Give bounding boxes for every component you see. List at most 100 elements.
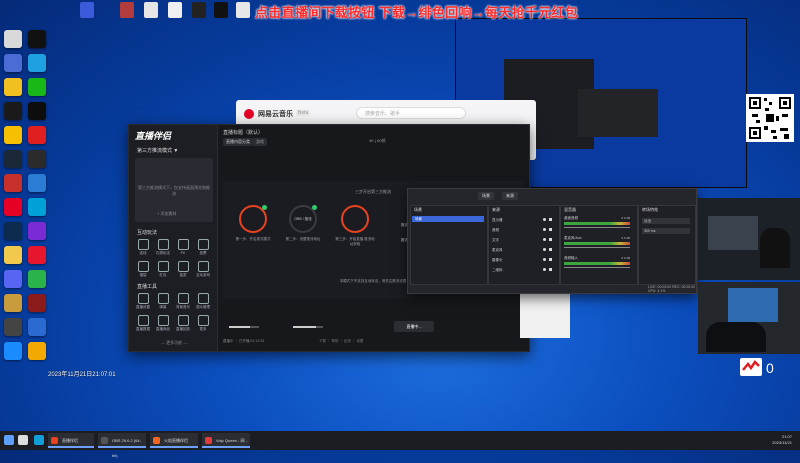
qq-icon[interactable] — [4, 102, 22, 120]
lock-icon[interactable] — [549, 218, 552, 221]
music-search-input[interactable]: 搜索音乐、歌手 — [356, 107, 466, 119]
live-tool[interactable]: 观众管理 — [194, 293, 212, 310]
live-tool[interactable]: 直播回放 — [174, 315, 192, 332]
folder-icon[interactable] — [4, 246, 22, 264]
add-material-button[interactable]: + 添加素材 — [157, 211, 176, 217]
source-item[interactable]: 音频 — [492, 226, 554, 234]
wps-icon[interactable] — [4, 174, 22, 192]
game3-icon[interactable] — [4, 318, 22, 336]
volume-slider[interactable] — [564, 247, 630, 248]
phone-icon[interactable] — [192, 2, 206, 18]
app2-icon[interactable] — [28, 222, 46, 240]
live-tool[interactable]: 弹幕 — [154, 293, 172, 310]
app-icon[interactable] — [80, 2, 94, 18]
live-tool[interactable]: 直播商品 — [154, 315, 172, 332]
start-icon[interactable] — [4, 435, 14, 445]
lock-icon[interactable] — [549, 248, 552, 251]
taskbar-app-voip[interactable]: Voip Queen - 网... — [202, 433, 250, 448]
source-item[interactable]: 文字 — [492, 236, 554, 244]
taskbar-app-huoshan[interactable]: 火焰直播伴侣 — [150, 433, 198, 448]
tiktok-icon[interactable] — [28, 30, 46, 48]
edge-icon[interactable] — [34, 435, 44, 445]
mic-volume-slider[interactable] — [229, 326, 259, 328]
wechat-icon[interactable] — [28, 78, 46, 96]
obs-tab-sources[interactable]: 来源 — [502, 192, 518, 200]
scene-item[interactable]: 场景 — [412, 216, 484, 222]
speaker-volume-slider[interactable] — [293, 326, 323, 328]
lock-icon[interactable] — [549, 228, 552, 231]
tool-label: 背景音乐 — [176, 305, 190, 309]
source-item[interactable]: 二维码 — [492, 266, 554, 274]
start-live-button[interactable]: 直播中... — [394, 321, 434, 332]
stream-mode-select[interactable]: 第三方推流模式 ▼ — [137, 147, 178, 154]
app3-icon[interactable] — [28, 318, 46, 336]
interactive-tool[interactable]: 福袋 — [134, 261, 152, 278]
edge-icon[interactable] — [28, 54, 46, 72]
netease-icon[interactable] — [4, 198, 22, 216]
stream-title[interactable]: 直播标题（默认） — [223, 129, 263, 136]
source-item[interactable]: 摄像头 — [492, 256, 554, 264]
interactive-tool[interactable]: 礼物玩法 — [154, 239, 172, 256]
source-item[interactable]: 麦克风 — [492, 246, 554, 254]
phone-icon[interactable] — [214, 2, 228, 18]
obs-window[interactable]: 场景 来源 场景 场景 来源 显示器 音频 文字 麦克风 摄像头 二维码 混音器 桌面音频… — [407, 188, 697, 294]
system-clock[interactable]: 21:07 2023/11/21 — [772, 434, 792, 446]
channel-db: 0.0 dB — [621, 216, 630, 220]
volume-slider[interactable] — [564, 227, 630, 228]
file-icon[interactable] — [236, 2, 250, 18]
vs-code-icon[interactable] — [28, 174, 46, 192]
game2-icon[interactable] — [28, 294, 46, 312]
taskbar-app-companion[interactable]: 直播伴侣 — [48, 433, 94, 448]
category-value-chip[interactable]: 游戏 — [253, 138, 267, 146]
weibo-icon[interactable] — [28, 246, 46, 264]
live-tool[interactable]: 更多 — [194, 315, 212, 332]
app4-icon[interactable] — [4, 342, 22, 360]
category-chip[interactable]: 直播内容分类 — [223, 138, 253, 146]
more-features-link[interactable]: — 更多功能 — — [161, 340, 187, 346]
steam-icon[interactable] — [4, 150, 22, 168]
photoshop-icon[interactable] — [4, 222, 22, 240]
discord-icon[interactable] — [4, 270, 22, 288]
bilibili-icon[interactable] — [28, 198, 46, 216]
archive-icon[interactable] — [120, 2, 134, 18]
interactive-tool[interactable]: 抽奖 — [174, 261, 192, 278]
douyin-icon[interactable] — [28, 102, 46, 120]
interactive-tool[interactable]: 互动游戏 — [194, 261, 212, 278]
live-tool[interactable]: 背景音乐 — [174, 293, 192, 310]
search-icon[interactable] — [18, 435, 28, 445]
source-item[interactable]: 显示器 — [492, 216, 554, 224]
eye-icon[interactable] — [543, 258, 546, 261]
game-icon[interactable] — [4, 126, 22, 144]
eye-icon[interactable] — [543, 238, 546, 241]
music-icon[interactable] — [28, 126, 46, 144]
eye-icon[interactable] — [543, 248, 546, 251]
transition-duration[interactable]: 300 ms — [642, 228, 690, 234]
league-icon[interactable] — [4, 294, 22, 312]
eye-icon[interactable] — [543, 228, 546, 231]
lock-icon[interactable] — [549, 268, 552, 271]
interactive-tool[interactable]: 红包 — [154, 261, 172, 278]
interactive-tool[interactable]: PK — [174, 239, 192, 255]
obs-tab-scenes[interactable]: 场景 — [478, 192, 494, 200]
eye-icon[interactable] — [543, 218, 546, 221]
live-tool[interactable]: 直播数据 — [134, 315, 152, 332]
eye-icon[interactable] — [543, 268, 546, 271]
chrome-icon[interactable] — [4, 78, 22, 96]
app5-icon[interactable] — [28, 342, 46, 360]
lock-icon[interactable] — [549, 258, 552, 261]
obs-icon[interactable] — [28, 150, 46, 168]
file-icon[interactable] — [144, 2, 158, 18]
taskbar-app-obs[interactable]: OBS 29.0.2 (64-bit) — [98, 433, 146, 458]
interactive-tool[interactable]: 连线 — [134, 239, 152, 256]
interactive-tool[interactable]: 投票 — [194, 239, 212, 256]
transition-select[interactable]: 淡出 — [642, 218, 690, 224]
volume-slider[interactable] — [564, 267, 630, 268]
lock-icon[interactable] — [549, 238, 552, 241]
footer-links[interactable]: 下载 ｜ 帮助 ｜ 反馈 ｜ 设置 — [319, 339, 363, 344]
app-icon[interactable] — [4, 54, 22, 72]
quality-label[interactable]: 4K | 60帧 — [369, 138, 386, 144]
file-icon[interactable] — [168, 2, 182, 18]
recycle-bin-icon[interactable] — [4, 30, 22, 48]
live-tool[interactable]: 直播设置 — [134, 293, 152, 310]
qq-music-icon[interactable] — [28, 270, 46, 288]
